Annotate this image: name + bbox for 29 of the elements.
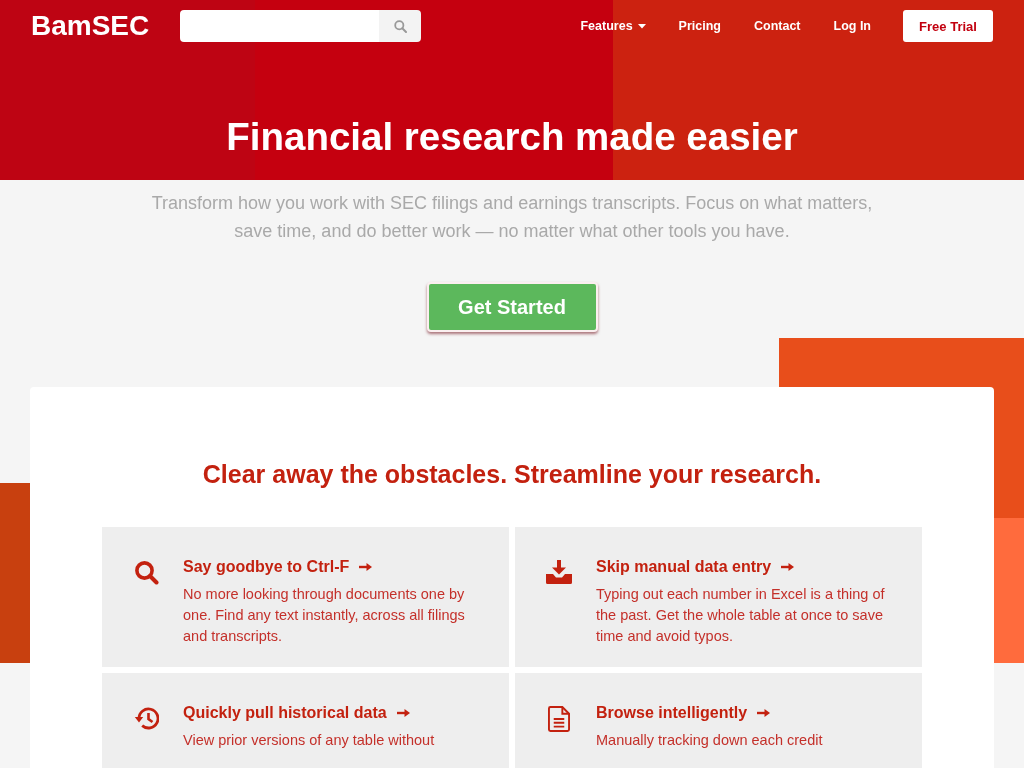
search-field[interactable]	[180, 10, 380, 42]
free-trial-button[interactable]: Free Trial	[903, 10, 993, 42]
logo[interactable]: BamSEC	[31, 10, 150, 42]
features-heading: Clear away the obstacles. Streamline your research.	[201, 459, 823, 490]
hero-title: Financial research made easier	[226, 114, 798, 160]
arrow-icon	[757, 708, 771, 718]
document-icon	[548, 706, 570, 732]
nav-link[interactable]: Log In	[833, 18, 871, 34]
search-icon	[133, 560, 159, 585]
nav-link[interactable]: Pricing	[678, 18, 721, 34]
nav-link[interactable]: Contact	[753, 18, 801, 34]
hero-subtitle: Transform how you work with SEC filings and earnings transcripts. Focus on what matters, save time, and do better work — no matter what other tools you have.	[150, 192, 874, 243]
feature-description: Typing out each number in Excel is a thing of the past. Get the whole table at once to save time and avoid typos.	[596, 585, 886, 646]
caret-icon	[637, 23, 646, 29]
search-button[interactable]	[379, 10, 422, 42]
arrow-icon	[396, 708, 410, 718]
feature-link[interactable]: Quickly pull historical data	[183, 703, 410, 723]
feature-description: No more looking through documents one by one. Find any text instantly, across all filings and transcripts.	[183, 585, 466, 646]
search-icon	[393, 19, 407, 33]
arrow-icon	[359, 562, 373, 572]
feature-link[interactable]: Say goodbye to Ctrl-F	[183, 557, 373, 577]
download-tray-icon	[546, 560, 572, 584]
feature-description: View prior versions of any table without	[183, 731, 436, 750]
features-dropdown[interactable]: Features	[580, 18, 646, 34]
arrow-icon	[781, 562, 795, 572]
feature-link[interactable]: Skip manual data entry	[596, 557, 795, 577]
feature-link[interactable]: Browse intelligently	[596, 703, 771, 723]
history-icon	[133, 706, 159, 731]
feature-description: Manually tracking down each credit	[596, 731, 824, 750]
